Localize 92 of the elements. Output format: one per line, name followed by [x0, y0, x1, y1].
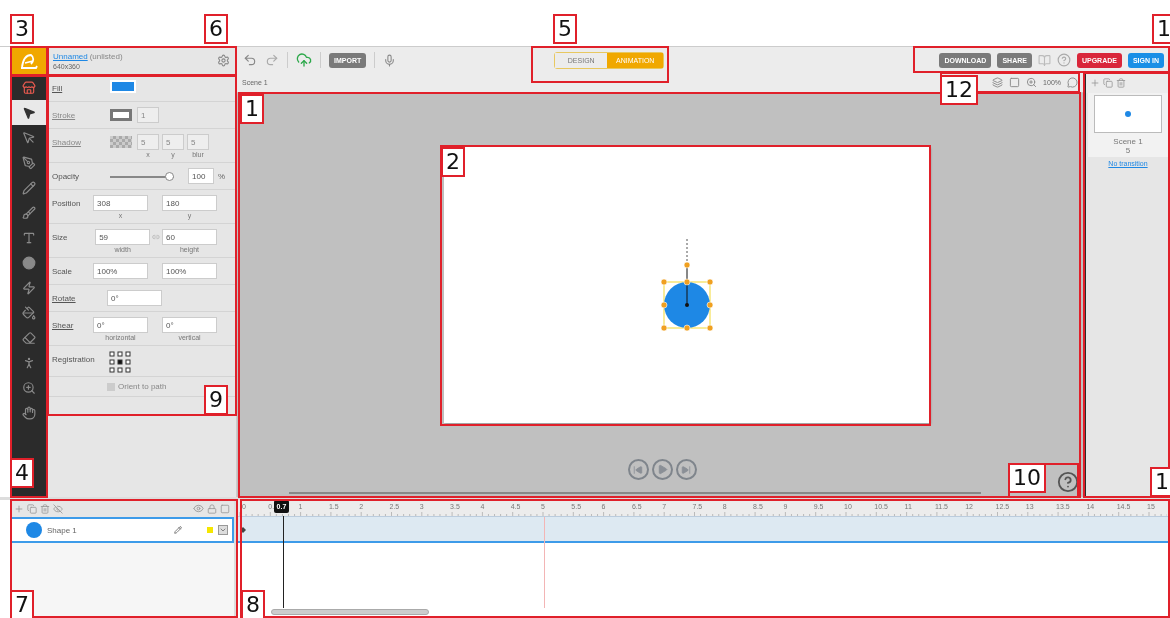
input-field[interactable]: 0°: [93, 317, 148, 333]
checkbox-label: Orient to path: [118, 382, 167, 391]
lock-icon[interactable]: [207, 503, 217, 514]
color-swatch[interactable]: [110, 80, 136, 93]
cloud-upload-icon[interactable]: [296, 52, 312, 68]
comment-icon[interactable]: [1067, 77, 1078, 88]
undo-icon[interactable]: [243, 53, 257, 67]
arrow-outline-icon: [21, 130, 36, 145]
property-link[interactable]: Fill: [52, 80, 107, 93]
project-title-link[interactable]: Unnamed: [53, 52, 88, 61]
layer-name: Shape 1: [47, 525, 77, 535]
arrow-icon: [21, 105, 36, 120]
skip-back-icon: [633, 464, 643, 475]
layer-row[interactable]: Shape 1: [10, 517, 234, 543]
arrange-icon[interactable]: [992, 77, 1004, 88]
skip-back-button[interactable]: [627, 459, 649, 480]
duplicate-icon[interactable]: [1103, 78, 1113, 88]
skip-forward-button[interactable]: [675, 459, 697, 480]
property-label: Opacity: [52, 171, 81, 181]
eye-icon[interactable]: [193, 503, 204, 514]
registration-grid-icon[interactable]: [109, 351, 131, 373]
stroke-swatch[interactable]: [110, 109, 132, 121]
circle-icon: [21, 255, 36, 270]
lightning-icon: [21, 280, 36, 295]
property-label: Scale: [52, 266, 73, 276]
microphone-icon[interactable]: [383, 53, 397, 67]
add-icon[interactable]: [1090, 78, 1100, 88]
property-label: Registration: [52, 354, 96, 364]
property-label: Size: [52, 232, 69, 242]
property-label: Position: [52, 198, 82, 208]
callout-number: 1: [1152, 14, 1170, 44]
scene-name: Scene 1: [1113, 137, 1143, 146]
play-button[interactable]: [651, 459, 673, 480]
zoom-icon: [21, 380, 36, 395]
keyframe-icon: [240, 527, 246, 533]
hide-icon[interactable]: [53, 503, 63, 514]
eraser-icon: [21, 330, 36, 345]
skip-forward-icon: [681, 464, 691, 475]
zoom-icon[interactable]: [1026, 77, 1038, 88]
callout-number: 2: [441, 147, 465, 177]
input-field[interactable]: 180: [162, 195, 217, 211]
visibility-label: (unlisted): [89, 52, 123, 61]
callout-number: 1: [1150, 467, 1170, 497]
store-icon: [21, 80, 36, 95]
play-icon: [656, 464, 668, 475]
callout-number: 8: [241, 590, 265, 618]
paint-bucket-icon: [21, 305, 36, 320]
pencil-icon[interactable]: [174, 526, 182, 534]
help-icon[interactable]: [1056, 53, 1071, 67]
trash-icon[interactable]: [40, 503, 50, 514]
scene-count: 5: [1125, 146, 1131, 155]
input-field[interactable]: 100: [188, 168, 214, 184]
property-link[interactable]: Shear: [52, 317, 93, 330]
input-field[interactable]: 60: [162, 229, 217, 245]
input-field[interactable]: 308: [93, 195, 148, 211]
brush-icon: [21, 205, 36, 220]
link-icon[interactable]: [152, 232, 160, 242]
selected-circle-drawing[interactable]: [659, 237, 715, 333]
layer-tag-icon: [207, 527, 213, 533]
redo-icon[interactable]: [265, 53, 279, 67]
pencil-icon: [21, 180, 36, 195]
keyframe-track[interactable]: [237, 517, 1170, 543]
callout-number: 9: [204, 385, 228, 415]
scene-thumbnail: [1094, 95, 1162, 133]
input-field[interactable]: 100%: [93, 263, 148, 279]
callout-number: 3: [10, 14, 34, 44]
callout-number: 10: [1008, 463, 1046, 493]
help-button[interactable]: [1057, 471, 1079, 493]
slider-thumb[interactable]: [164, 172, 174, 181]
pen-icon: [21, 155, 36, 170]
input-field[interactable]: 59: [95, 229, 151, 245]
book-icon[interactable]: [1037, 53, 1051, 67]
scene-card[interactable]: Scene 1 5: [1088, 93, 1168, 157]
settings-icon[interactable]: [217, 54, 230, 67]
callout-number: 1: [240, 94, 264, 124]
callout-number: 6: [204, 14, 228, 44]
callout-number: 12: [940, 75, 978, 105]
add-icon[interactable]: [14, 503, 24, 514]
trash-icon[interactable]: [1116, 78, 1126, 88]
dropdown-icon[interactable]: [218, 525, 228, 535]
property-link[interactable]: Rotate: [52, 290, 107, 303]
unit-label: %: [217, 171, 226, 181]
input-field[interactable]: 0°: [107, 290, 162, 306]
callout-number: 7: [10, 590, 34, 618]
duplicate-icon[interactable]: [27, 503, 37, 514]
callout-number: 5: [553, 14, 577, 44]
callout-number: 4: [10, 458, 34, 488]
text-tool-icon: [21, 230, 36, 245]
input-field[interactable]: 100%: [162, 263, 217, 279]
input-field[interactable]: 0°: [162, 317, 217, 333]
square-icon[interactable]: [220, 503, 230, 514]
hand-icon: [21, 405, 36, 420]
